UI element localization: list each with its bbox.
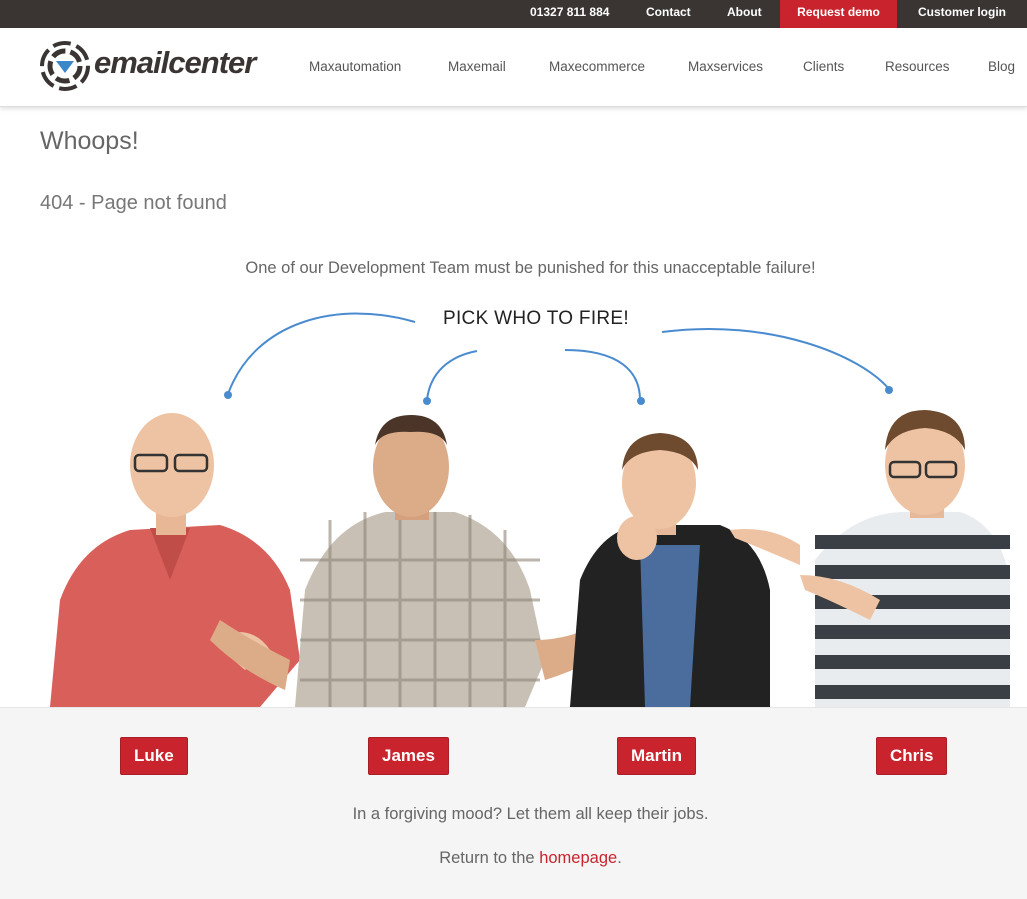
keep-jobs-link[interactable]: In a forgiving mood? Let them all keep t… [353,805,709,823]
forgive-message: In a forgiving mood? Let them all keep t… [0,805,1027,824]
homepage-link[interactable]: homepage [539,849,617,867]
arrow-to-martin [564,349,641,401]
return-suffix: . [617,849,622,867]
arrow-to-luke [227,312,416,395]
arrow-dots [224,386,893,405]
fire-james-button[interactable]: James [368,737,449,775]
pointer-arrows [227,312,890,401]
return-prefix: Return to the [439,849,540,867]
arrow-to-james [426,350,478,401]
martin-photo[interactable] [570,433,770,707]
arrow-to-chris [661,328,890,390]
return-message: Return to the homepage. [0,849,1027,868]
chris-photo[interactable] [730,410,1010,707]
fire-martin-button[interactable]: Martin [617,737,696,775]
fire-chris-button[interactable]: Chris [876,737,948,775]
fire-luke-button[interactable]: Luke [120,737,188,775]
